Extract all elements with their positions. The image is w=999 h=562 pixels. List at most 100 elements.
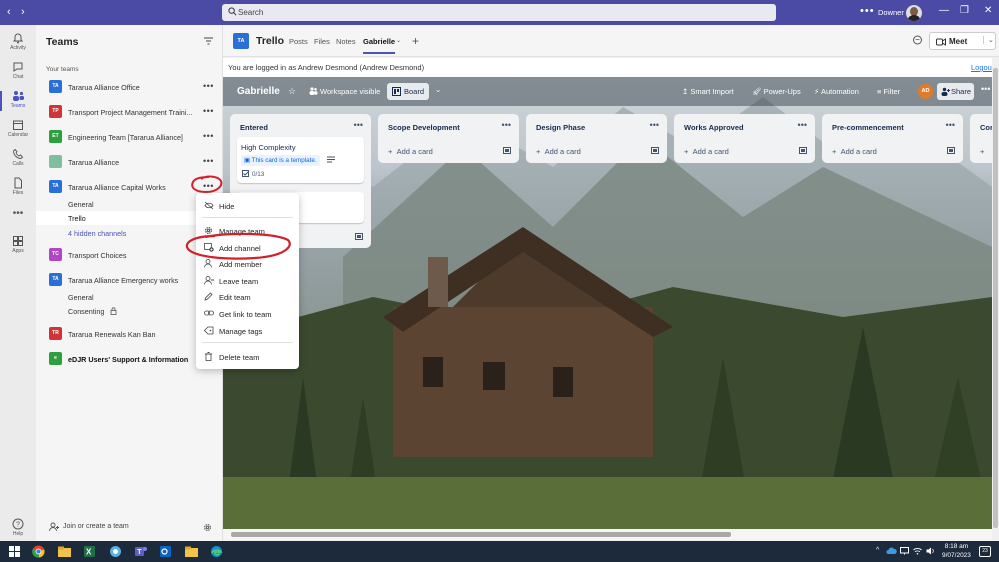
windows-start-icon[interactable] <box>7 544 22 559</box>
filter-button[interactable]: ≡ Filter <box>877 87 900 96</box>
channel-consenting[interactable]: Consenting <box>68 307 104 316</box>
settings-more-button[interactable]: ••• <box>860 5 875 17</box>
visibility-button[interactable]: Workspace visible <box>320 87 380 96</box>
team-item[interactable]: TA Tararua Alliance Emergency works <box>36 269 222 291</box>
file-explorer-icon[interactable] <box>57 544 72 559</box>
team-item[interactable]: ET Engineering Team [Tararua Alliance] •… <box>36 126 222 148</box>
outlook-icon[interactable] <box>158 544 173 559</box>
team-more-button[interactable]: ••• <box>203 181 214 191</box>
team-item[interactable]: Tararua Alliance ••• <box>36 151 222 173</box>
team-item[interactable]: TP Transport Project Management Traini..… <box>36 101 222 123</box>
tab-gabrielle[interactable]: Gabrielle <box>363 37 396 54</box>
menu-item-manage-team[interactable]: Manage team <box>196 223 299 238</box>
tab-posts[interactable]: Posts <box>289 37 308 46</box>
excel-icon[interactable]: X <box>82 544 97 559</box>
template-icon[interactable] <box>503 147 511 154</box>
hidden-channels-link[interactable]: 4 hidden channels <box>68 229 126 238</box>
display-icon[interactable] <box>900 547 909 555</box>
template-icon[interactable] <box>799 147 807 154</box>
add-tab-icon[interactable]: + <box>412 34 419 48</box>
list-menu-button[interactable]: ••• <box>502 120 511 130</box>
share-button[interactable]: Share <box>937 83 974 100</box>
list-title[interactable]: Works Approved <box>684 123 744 132</box>
chevron-up-icon[interactable]: ^ <box>876 547 879 554</box>
add-card-button[interactable]: + Add a card <box>684 147 729 156</box>
smart-import-button[interactable]: ↥ Smart Import <box>682 87 734 96</box>
add-card-button[interactable]: + Add a card <box>536 147 581 156</box>
rail-activity[interactable]: Activity <box>0 29 36 59</box>
team-more-button[interactable]: ••• <box>203 156 214 166</box>
card-high-complexity[interactable]: High Complexity ▣ This card is a templat… <box>237 137 364 183</box>
photos-icon[interactable] <box>108 544 123 559</box>
menu-item-hide[interactable]: Hide <box>196 198 299 213</box>
rail-teams[interactable]: Teams <box>0 87 36 117</box>
notification-badge[interactable]: 23 <box>979 546 991 557</box>
team-more-button[interactable]: ••• <box>203 106 214 116</box>
member-avatar[interactable]: AD <box>918 84 933 99</box>
board-view-button[interactable]: Board <box>387 83 429 100</box>
star-icon[interactable]: ☆ <box>288 86 296 97</box>
menu-item-get-link[interactable]: Get link to team <box>196 306 299 321</box>
search-input[interactable]: Search <box>222 4 776 21</box>
team-item[interactable]: TA Tararua Alliance Office ••• <box>36 76 222 98</box>
list-title[interactable]: Design Phase <box>536 123 585 132</box>
team-more-button[interactable]: ••• <box>203 81 214 91</box>
user-avatar[interactable] <box>906 5 922 21</box>
rail-more[interactable]: ••• <box>0 205 36 235</box>
team-item[interactable]: e eDJR Users' Support & Information <box>36 348 222 370</box>
filter-icon[interactable] <box>204 37 213 45</box>
board-name[interactable]: Gabrielle <box>237 86 280 97</box>
chevron-down-icon[interactable]: ⌄ <box>396 37 401 44</box>
rail-calendar[interactable]: Calendar <box>0 116 36 146</box>
cloud-icon[interactable] <box>886 547 897 555</box>
board-menu-button[interactable]: ••• <box>981 84 990 94</box>
gear-icon[interactable] <box>203 523 212 532</box>
list-title[interactable]: Scope Development <box>388 123 460 132</box>
folder-icon[interactable] <box>184 544 199 559</box>
add-card-button[interactable]: + Add a card <box>388 147 433 156</box>
list-title[interactable]: Entered <box>240 123 268 132</box>
menu-item-edit-team[interactable]: Edit team <box>196 289 299 304</box>
team-item-capital-works[interactable]: TA Tararua Alliance Capital Works ••• <box>36 176 222 198</box>
volume-icon[interactable] <box>926 547 935 555</box>
list-menu-button[interactable]: ••• <box>946 120 955 130</box>
menu-item-manage-tags[interactable]: Manage tags <box>196 323 299 338</box>
list-title[interactable]: Cor <box>980 123 992 132</box>
channel-trello[interactable]: Trello <box>68 214 86 223</box>
template-icon[interactable] <box>947 147 955 154</box>
logout-link[interactable]: Logout <box>971 63 994 72</box>
chevron-down-icon[interactable]: ⌄ <box>435 85 441 94</box>
back-arrow-icon[interactable]: ‹ <box>7 6 11 18</box>
team-item[interactable]: TC Transport Choices <box>36 244 222 266</box>
maximize-icon[interactable]: ❐ <box>960 5 969 16</box>
clock[interactable]: 8:18 am 9/07/2023 <box>942 543 971 560</box>
rail-files[interactable]: Files <box>0 174 36 204</box>
add-card-button[interactable]: + Add a card <box>832 147 877 156</box>
meet-button[interactable]: Meet ⌄ <box>929 32 996 50</box>
list-menu-button[interactable]: ••• <box>650 120 659 130</box>
rail-chat[interactable]: Chat <box>0 58 36 88</box>
add-card-button[interactable]: + <box>980 147 984 156</box>
wifi-icon[interactable] <box>913 547 922 555</box>
rail-calls[interactable]: Calls <box>0 145 36 175</box>
list-menu-button[interactable]: ••• <box>354 120 363 130</box>
horizontal-scrollbar[interactable] <box>223 529 992 540</box>
power-ups-button[interactable]: 🚀︎ Power-Ups <box>752 87 801 96</box>
edge-icon[interactable] <box>209 544 224 559</box>
menu-item-add-channel[interactable]: Add channel <box>196 240 299 255</box>
minimize-icon[interactable]: — <box>939 5 949 16</box>
chevron-down-icon[interactable]: ⌄ <box>983 36 994 44</box>
rail-apps[interactable]: Apps <box>0 232 36 262</box>
channel-general[interactable]: General <box>68 200 94 209</box>
chrome-icon[interactable] <box>31 544 46 559</box>
list-title[interactable]: Pre-commencement <box>832 123 904 132</box>
automation-button[interactable]: ⚡︎ Automation <box>814 87 859 96</box>
close-icon[interactable]: ✕ <box>984 5 992 16</box>
team-item[interactable]: TR Tararua Renewals Kan Ban <box>36 323 222 345</box>
team-more-button[interactable]: ••• <box>203 131 214 141</box>
join-create-team[interactable]: Join or create a team <box>36 517 222 541</box>
tab-notes[interactable]: Notes <box>336 37 356 46</box>
list-menu-button[interactable]: ••• <box>798 120 807 130</box>
conversation-icon[interactable] <box>912 35 923 46</box>
teams-taskbar-icon[interactable]: T <box>133 544 148 559</box>
